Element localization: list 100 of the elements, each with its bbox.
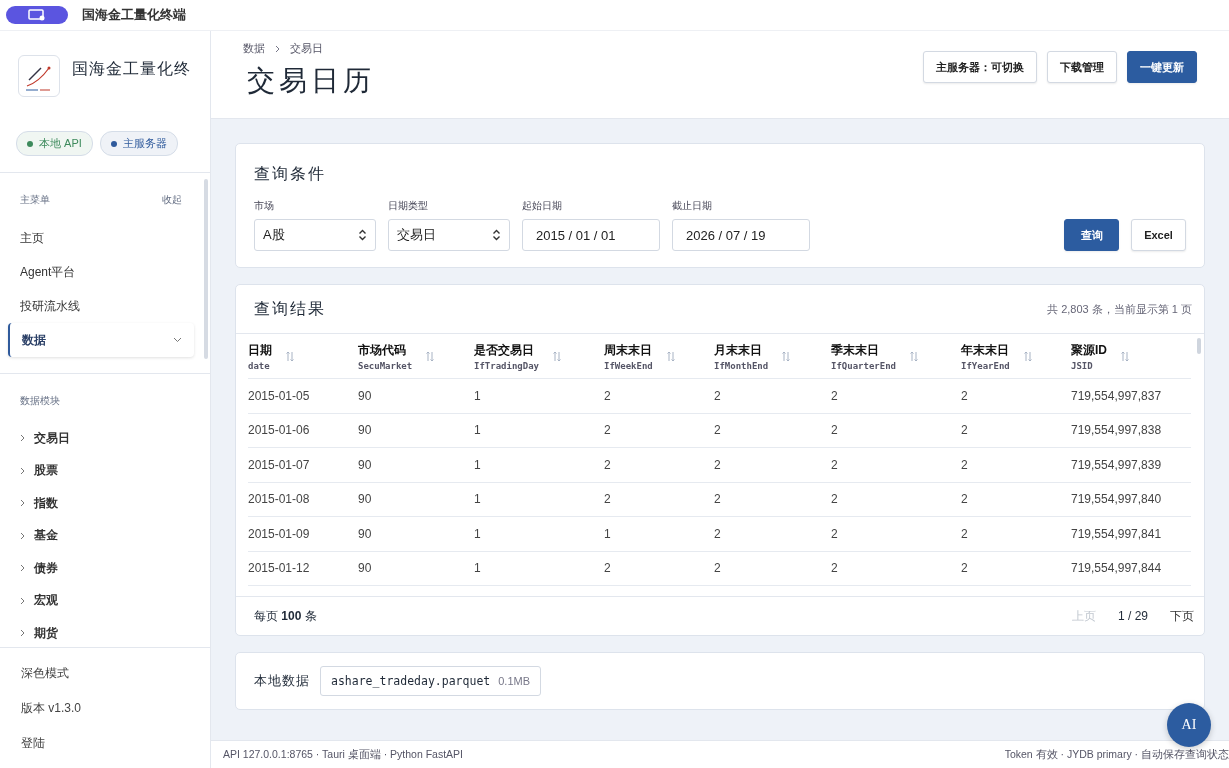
field-label: 起始日期 [522,199,563,213]
section-title: 数据模块 [20,394,60,408]
table-cell: 2 [604,457,611,472]
chevron-icon [20,466,25,475]
section-title: 主菜单 [20,193,50,207]
monitor-icon [28,9,46,21]
column-header: 聚源ID [1071,341,1107,359]
sidebar-footer-item[interactable]: 登陆 [0,726,210,761]
collapse-link[interactable]: 收起 [162,193,182,207]
table-cell: 1 [474,526,481,541]
table-cell: 2015-01-06 [248,423,310,438]
field-label: 日期类型 [388,199,429,213]
module-item[interactable]: 宏观 [8,584,194,617]
module-item[interactable]: 指数 [8,487,194,520]
table-cell: 90 [358,423,372,438]
scrollbar-thumb[interactable] [1197,338,1201,354]
table-cell: 1 [474,561,481,576]
header-button[interactable]: 一键更新 [1127,51,1197,83]
sort-icon[interactable] [1023,350,1032,362]
breadcrumb-item[interactable]: 交易日 [290,41,323,56]
app-title: 国海金工量化终端 [82,6,186,24]
sort-icon[interactable] [553,350,562,362]
module-item[interactable]: 期货 [8,617,194,647]
sidebar-footer-item[interactable]: 深色模式 [0,656,210,691]
select-caret-icon [358,229,367,241]
table-cell: 719,554,997,841 [1071,526,1162,541]
table-cell: 2015-01-08 [248,492,310,507]
table-cell: 1 [474,423,481,438]
date-field[interactable]: 2015 / 01 / 01 [522,219,660,251]
field-label: 截止日期 [672,199,713,213]
chevron-icon [20,596,25,605]
column-key: IfYearEnd [961,360,1010,371]
table-cell: 2 [604,492,611,507]
column-key: IfQuarterEnd [831,360,897,371]
query-button[interactable]: 查询 [1064,219,1119,251]
sort-icon[interactable] [1121,350,1129,362]
chevron-icon [20,434,25,443]
table-cell: 2 [604,561,611,576]
header-button[interactable]: 下载管理 [1047,51,1117,83]
module-item[interactable]: 基金 [8,519,194,552]
table-cell: 90 [358,561,372,576]
sort-icon[interactable] [426,350,435,362]
chevron-icon [275,44,280,53]
table-cell: 2015-01-07 [248,457,310,472]
table-cell: 90 [358,526,372,541]
column-header: 是否交易日 [474,341,535,359]
status-text: Token 有效 · JYDB primary · 自动保存查询状态 [1004,748,1229,762]
next-page-button[interactable]: 下页 [1170,607,1194,625]
table-cell: 1 [604,526,611,541]
chevron-icon [20,629,25,638]
table-cell: 2 [831,561,838,576]
table-cell: 2 [961,561,968,576]
page-title: 交易日历 [246,64,375,98]
table-cell: 719,554,997,837 [1071,388,1162,403]
card-title: 查询结果 [254,298,326,319]
module-item[interactable]: 交易日 [8,422,194,455]
date-field[interactable]: 2026 / 07 / 19 [672,219,810,251]
logo-icon [18,55,60,97]
ai-button[interactable]: AI [1167,703,1211,747]
table-cell: 90 [358,457,372,472]
sidebar-footer-item[interactable]: 版本 v1.3.0 [0,691,210,726]
table-cell: 2 [831,423,838,438]
sort-icon[interactable] [286,350,294,362]
table-cell: 1 [474,388,481,403]
table-cell: 2 [714,423,721,438]
column-header: 市场代码 [358,341,407,359]
sort-icon[interactable] [666,350,675,362]
table-cell: 2 [961,423,968,438]
card-title: 查询条件 [254,164,327,184]
menu-item[interactable]: 数据 [8,323,194,357]
module-item[interactable]: 股票 [8,454,194,487]
menu-item[interactable]: 主页 [8,221,194,255]
column-key: IfWeekEnd [604,360,653,371]
breadcrumb-item[interactable]: 数据 [243,41,265,56]
page-indicator: 1 / 29 [1117,609,1148,623]
header-button[interactable]: 主服务器：可切换 [923,51,1037,83]
table-cell: 2 [714,561,721,576]
table-cell: 2 [961,457,968,472]
app-badge[interactable] [6,6,68,24]
table-cell: 2 [714,388,721,403]
file-tag[interactable]: ashare_tradeday.parquet 0.1MB [320,666,542,696]
select-field[interactable]: 交易日 [388,219,510,251]
select-caret-icon [492,229,501,241]
table-cell: 90 [358,388,372,403]
table-cell: 2 [961,526,968,541]
field-label: 市场 [254,199,275,213]
scrollbar-thumb[interactable] [204,179,208,359]
table-cell: 2 [831,526,838,541]
table-cell: 2 [831,388,838,403]
select-field[interactable]: A股 [254,219,376,251]
menu-item[interactable]: Agent平台 [8,255,194,289]
table-cell: 2 [714,492,721,507]
sort-icon[interactable] [782,350,791,362]
status-text: API 127.0.0.1:8765 · Tauri 桌面端 · Python FastAPI [223,748,463,762]
export-button[interactable]: Excel [1131,219,1186,251]
table-cell: 719,554,997,844 [1071,561,1162,576]
menu-item[interactable]: 投研流水线 [8,289,194,323]
column-key: IfTradingDay [474,360,540,371]
sort-icon[interactable] [910,350,919,362]
module-item[interactable]: 债券 [8,552,194,585]
